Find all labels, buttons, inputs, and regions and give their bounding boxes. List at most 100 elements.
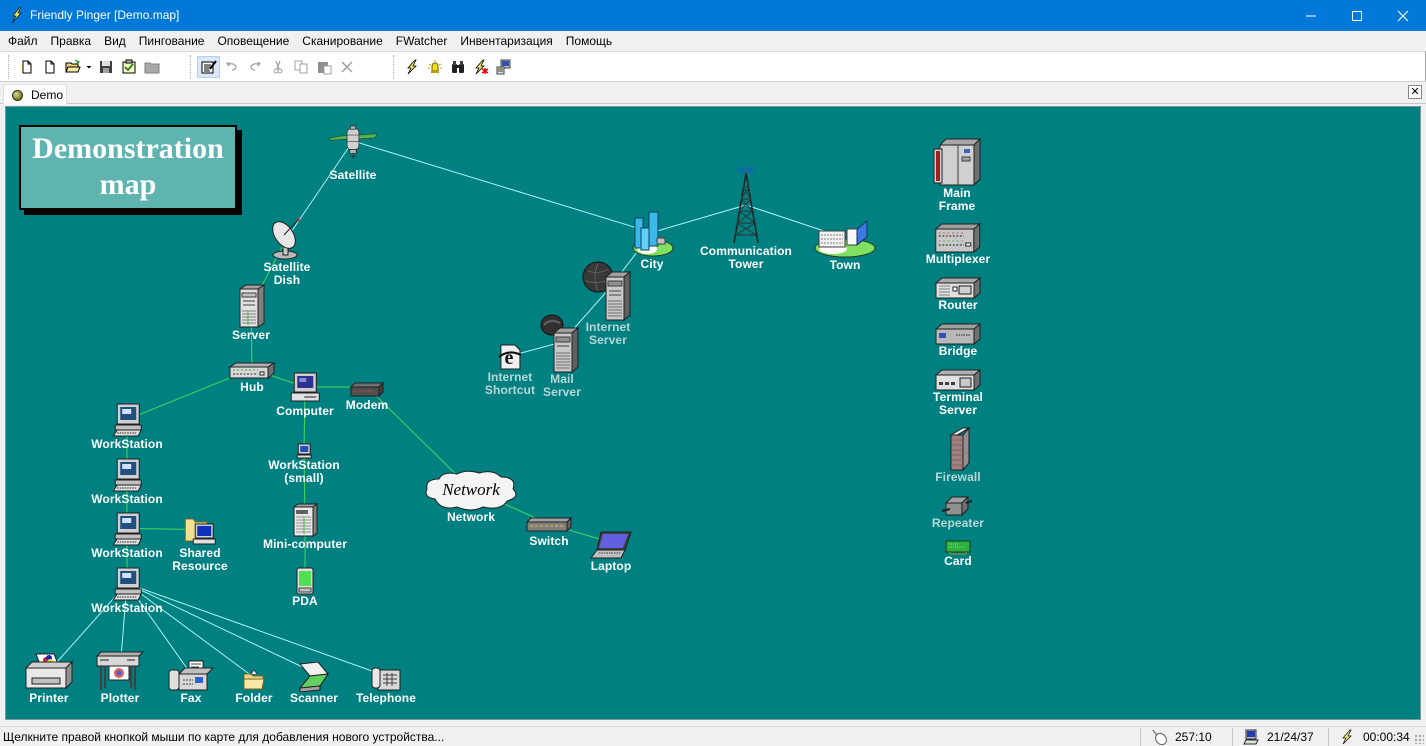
device-shared-resource[interactable]: Shared Resource — [172, 512, 228, 573]
resize-grip[interactable] — [1414, 734, 1424, 744]
minimize-button[interactable] — [1288, 0, 1334, 31]
device-printer[interactable]: Printer — [24, 650, 74, 705]
checklist-icon — [122, 59, 135, 74]
device-label: Firewall — [935, 470, 981, 484]
device-modem[interactable]: Modem — [342, 375, 392, 412]
bell-alarm-icon — [427, 60, 442, 73]
edit-mode-icon — [201, 60, 217, 74]
inventory-button[interactable] — [492, 56, 515, 78]
device-multiplexer[interactable]: Multiplexer — [926, 219, 990, 266]
find-button[interactable] — [446, 56, 469, 78]
new-map-wizard-button[interactable] — [15, 56, 38, 78]
status-hint: Щелкните правой кнопкой мыши по карте дл… — [3, 730, 445, 744]
device-pda[interactable]: PDA — [280, 565, 330, 608]
device-scanner[interactable]: Scanner — [289, 653, 339, 705]
mail-server-icon — [540, 314, 580, 373]
alarm-button[interactable] — [423, 56, 446, 78]
window-title: Friendly Pinger [Demo.map] — [30, 8, 180, 22]
device-internet-server[interactable]: Internet Server — [580, 259, 636, 347]
menu-alerts[interactable]: Оповещение — [211, 31, 296, 51]
device-label: WorkStation — [91, 437, 163, 451]
folder-icon — [243, 669, 265, 690]
new-map-button[interactable] — [38, 56, 61, 78]
menu-help[interactable]: Помощь — [560, 31, 619, 51]
device-label: Network — [446, 510, 496, 524]
undo-button[interactable] — [220, 56, 243, 78]
device-server[interactable]: Server — [226, 283, 276, 342]
menu-ping[interactable]: Пингование — [133, 31, 212, 51]
device-telephone[interactable]: Telephone — [356, 660, 416, 705]
device-workstation-2[interactable]: WorkStation — [91, 456, 163, 506]
paste-button[interactable] — [312, 56, 335, 78]
menu-edit[interactable]: Правка — [45, 31, 99, 51]
ping-now-button[interactable] — [400, 56, 423, 78]
inventory-computer-icon — [496, 59, 510, 75]
close-button[interactable] — [1380, 0, 1426, 31]
open-dropdown-button[interactable] — [84, 56, 94, 78]
device-mini-computer[interactable]: Mini-computer — [263, 500, 347, 551]
device-label: Telephone — [355, 691, 417, 705]
folder-button[interactable] — [140, 56, 163, 78]
device-label: Scanner — [289, 691, 339, 705]
copy-button[interactable] — [289, 56, 312, 78]
device-satellite[interactable]: Satellite — [328, 113, 378, 182]
device-workstation-small[interactable]: WorkStation (small) — [268, 441, 340, 485]
device-internet-shortcut[interactable]: e Internet Shortcut — [485, 341, 535, 397]
device-label: Plotter — [100, 691, 140, 705]
device-terminal-server[interactable]: Terminal Server — [933, 365, 983, 417]
device-firewall[interactable]: Firewall — [933, 425, 983, 484]
device-mail-server[interactable]: Mail Server — [540, 311, 584, 399]
timer-value: 00:00:34 — [1363, 730, 1410, 744]
open-map-button[interactable] — [61, 56, 84, 78]
device-town[interactable]: Town — [812, 217, 878, 272]
menu-scan[interactable]: Сканирование — [296, 31, 389, 51]
device-hub[interactable]: Hub — [227, 357, 277, 394]
device-folder[interactable]: Folder — [229, 663, 279, 705]
cut-button[interactable] — [266, 56, 289, 78]
status-mouse-coords: 257:10 — [1140, 728, 1232, 746]
edit-mode-button[interactable] — [197, 56, 220, 78]
title-bar: Friendly Pinger [Demo.map] — [0, 0, 1426, 31]
save-disk-icon — [99, 61, 112, 73]
device-communication-tower[interactable]: Communication Tower — [700, 165, 792, 271]
device-repeater[interactable]: Repeater — [932, 489, 984, 530]
device-computer[interactable]: Computer — [276, 369, 334, 418]
device-switch[interactable]: Switch — [524, 513, 574, 548]
map-tab-strip: Demo ✕ — [0, 82, 1426, 105]
device-workstation-1[interactable]: WorkStation — [91, 401, 163, 451]
tab-demo[interactable]: Demo — [3, 84, 67, 105]
device-laptop[interactable]: Laptop — [586, 525, 636, 573]
device-router[interactable]: Router — [933, 273, 983, 312]
save-map-button[interactable] — [94, 56, 117, 78]
link-satellite-city[interactable] — [352, 140, 653, 233]
delete-button[interactable] — [335, 56, 358, 78]
device-network-cloud[interactable]: Network Network — [421, 467, 521, 524]
stop-ping-button[interactable] — [469, 56, 492, 78]
maximize-button[interactable] — [1334, 0, 1380, 31]
fax-icon — [168, 660, 215, 691]
toolbar-group-edit — [190, 55, 390, 79]
device-label: WorkStation — [91, 492, 163, 506]
laptop-icon — [590, 531, 632, 559]
city-icon — [632, 211, 674, 257]
device-network-card[interactable]: Card — [933, 537, 983, 568]
maximize-icon — [1352, 10, 1362, 21]
device-fax[interactable]: Fax — [166, 656, 216, 705]
menu-view[interactable]: Вид — [98, 31, 133, 51]
menu-file[interactable]: Файл — [2, 31, 45, 51]
device-mainframe[interactable]: Main Frame — [932, 135, 982, 213]
network-map-canvas[interactable]: Demonstration map Satellite Satellite Di… — [5, 106, 1421, 720]
device-bridge[interactable]: Bridge — [933, 319, 983, 358]
device-satellite-dish[interactable]: Satellite Dish — [262, 215, 312, 287]
menu-inventory[interactable]: Инвентаризация — [454, 31, 559, 51]
redo-button[interactable] — [243, 56, 266, 78]
modem-icon — [349, 381, 385, 398]
menu-fwatcher[interactable]: FWatcher — [390, 31, 455, 51]
device-label: Printer — [29, 691, 69, 705]
check-map-button[interactable] — [117, 56, 140, 78]
close-tab-button[interactable]: ✕ — [1408, 85, 1422, 99]
device-workstation-4[interactable]: WorkStation — [91, 565, 163, 615]
workstation-icon — [112, 567, 142, 601]
device-plotter[interactable]: Plotter — [95, 648, 145, 705]
device-workstation-3[interactable]: WorkStation — [91, 510, 163, 560]
